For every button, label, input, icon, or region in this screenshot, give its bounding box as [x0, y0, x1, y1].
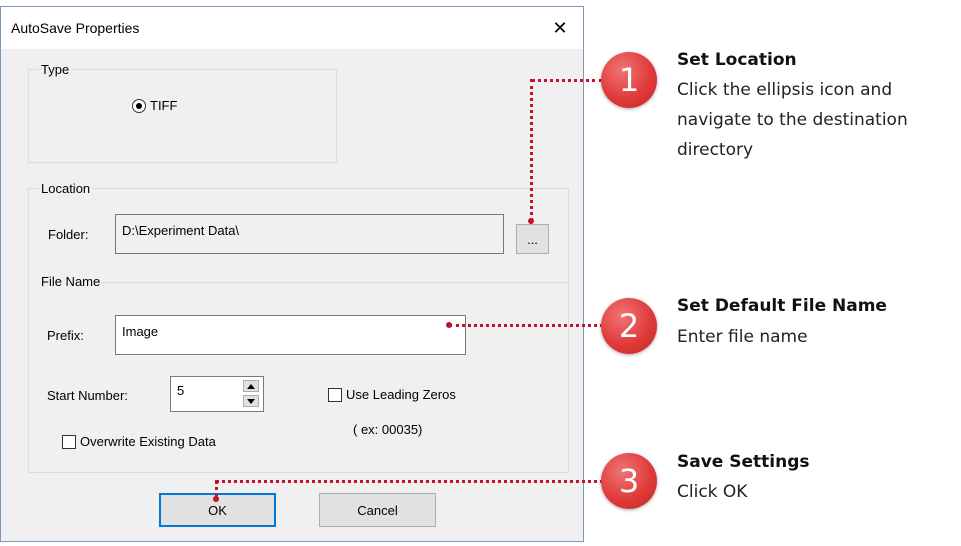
- leading-zeros-example: ( ex: 00035): [353, 422, 423, 437]
- close-button[interactable]: ✕: [537, 7, 583, 49]
- type-group: [28, 69, 337, 163]
- overwrite-existing-data-checkbox[interactable]: Overwrite Existing Data: [62, 434, 216, 449]
- prefix-input[interactable]: Image: [115, 315, 466, 355]
- spin-down-button[interactable]: [243, 395, 259, 407]
- callout-title-1: Set Location: [677, 50, 797, 70]
- overwrite-existing-data-label: Overwrite Existing Data: [80, 434, 216, 449]
- callout-title-3: Save Settings: [677, 452, 810, 472]
- connector-end-dot-1: [528, 218, 534, 224]
- tiff-radio[interactable]: TIFF: [132, 98, 177, 113]
- cancel-button[interactable]: Cancel: [319, 493, 436, 527]
- connector-line-1-vertical: [530, 79, 533, 221]
- connector-line-2: [449, 324, 603, 327]
- folder-field[interactable]: D:\Experiment Data\: [115, 214, 504, 254]
- start-number-label: Start Number:: [47, 388, 128, 403]
- ellipsis-icon: ...: [527, 231, 538, 247]
- close-icon: ✕: [552, 17, 568, 38]
- callout-desc-3: Click OK: [677, 482, 748, 502]
- callout-desc-2: Enter file name: [677, 327, 808, 347]
- title-bar: AutoSave Properties ✕: [1, 7, 583, 49]
- checkbox-icon: [328, 387, 342, 402]
- callout-title-2: Set Default File Name: [677, 296, 887, 316]
- connector-end-dot-2: [446, 322, 452, 328]
- location-group-label: Location: [39, 181, 93, 196]
- ok-button-label: OK: [208, 502, 227, 518]
- folder-label: Folder:: [48, 227, 89, 242]
- radio-button-icon: [132, 98, 146, 113]
- connector-line-3-horizontal: [216, 480, 603, 483]
- use-leading-zeros-label: Use Leading Zeros: [346, 387, 456, 402]
- step-badge-3: 3: [601, 453, 657, 509]
- callout-desc-1: Click the ellipsis icon and navigate to …: [677, 80, 908, 160]
- checkbox-icon: [62, 434, 76, 449]
- type-group-label: Type: [39, 62, 72, 77]
- step-badge-1: 1: [601, 52, 657, 108]
- spin-up-button[interactable]: [243, 380, 259, 392]
- use-leading-zeros-checkbox[interactable]: Use Leading Zeros: [328, 387, 456, 402]
- step-badge-2: 2: [601, 298, 657, 354]
- arrow-down-icon: [247, 398, 255, 404]
- file-name-separator: [95, 282, 569, 283]
- file-name-label: File Name: [41, 274, 101, 289]
- connector-line-1-horizontal: [531, 79, 603, 82]
- browse-ellipsis-button[interactable]: ...: [516, 224, 549, 254]
- cancel-button-label: Cancel: [357, 502, 398, 518]
- tiff-radio-label: TIFF: [150, 98, 178, 113]
- dialog-title: AutoSave Properties: [11, 20, 140, 36]
- arrow-up-icon: [247, 383, 255, 389]
- connector-end-dot-3: [213, 496, 219, 502]
- prefix-label: Prefix:: [47, 328, 84, 343]
- autosave-dialog: AutoSave Properties ✕ Type TIFF Location…: [0, 6, 584, 542]
